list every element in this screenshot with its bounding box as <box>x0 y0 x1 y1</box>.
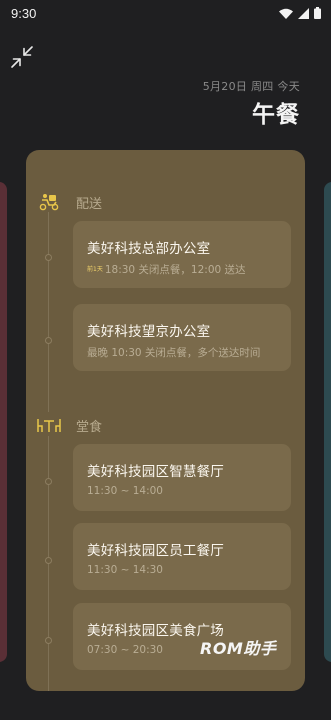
item-detail: 前1天 18:30 关闭点餐，12:00 送达 <box>87 262 246 277</box>
collapse-button[interactable] <box>9 44 35 70</box>
date-label: 5月20日 周四 今天 <box>202 80 300 93</box>
section-label: 配送 <box>76 196 103 212</box>
timeline-dot <box>45 254 52 261</box>
detail-text: 18:30 关闭点餐，12:00 送达 <box>104 264 246 276</box>
next-meal-card[interactable] <box>324 182 331 662</box>
timeline-dot <box>45 557 52 564</box>
timeline-dot <box>45 337 52 344</box>
meal-card: 配送 美好科技总部办公室 前1天 18:30 关闭点餐，12:00 送达 美好科… <box>26 150 305 691</box>
list-item[interactable]: 美好科技园区员工餐厅 11:30 ~ 14:30 <box>73 523 291 590</box>
prev-day-badge: 前1天 <box>87 265 103 273</box>
canteen-name: 美好科技园区智慧餐厅 <box>87 464 224 480</box>
signal-icon <box>298 4 309 23</box>
list-item[interactable]: 美好科技望京办公室 最晚 10:30 关闭点餐，多个送达时间 <box>73 304 291 371</box>
collapse-arrows-icon <box>9 46 35 74</box>
previous-meal-card[interactable] <box>0 182 7 662</box>
timeline-dot <box>45 637 52 644</box>
timeline-dot <box>45 478 52 485</box>
status-icons <box>279 6 321 20</box>
canteen-name: 美好科技望京办公室 <box>87 324 211 340</box>
canteen-name: 美好科技总部办公室 <box>87 241 211 257</box>
delivery-scooter-icon <box>36 192 62 212</box>
section-dine-in: 堂食 <box>36 415 102 435</box>
list-item[interactable]: 美好科技总部办公室 前1天 18:30 关闭点餐，12:00 送达 <box>73 221 291 288</box>
wifi-icon <box>279 4 293 23</box>
canteen-name: 美好科技园区员工餐厅 <box>87 543 224 559</box>
section-delivery: 配送 <box>36 192 102 212</box>
detail-text: 最晚 10:30 关闭点餐，多个送达时间 <box>87 347 261 359</box>
detail-text: 11:30 ~ 14:00 <box>87 485 163 497</box>
section-label: 堂食 <box>76 419 103 435</box>
timeline-line <box>48 212 49 412</box>
dining-table-icon <box>36 415 62 435</box>
battery-icon <box>314 4 321 23</box>
status-bar: 9:30 <box>0 0 331 28</box>
detail-text: 11:30 ~ 14:30 <box>87 564 163 576</box>
watermark-text: ROM助手 <box>200 639 277 658</box>
detail-text: 07:30 ~ 20:30 <box>87 644 163 656</box>
meal-title: 午餐 <box>252 102 300 128</box>
list-item[interactable]: 美好科技园区智慧餐厅 11:30 ~ 14:00 <box>73 444 291 511</box>
status-time: 9:30 <box>11 6 37 21</box>
